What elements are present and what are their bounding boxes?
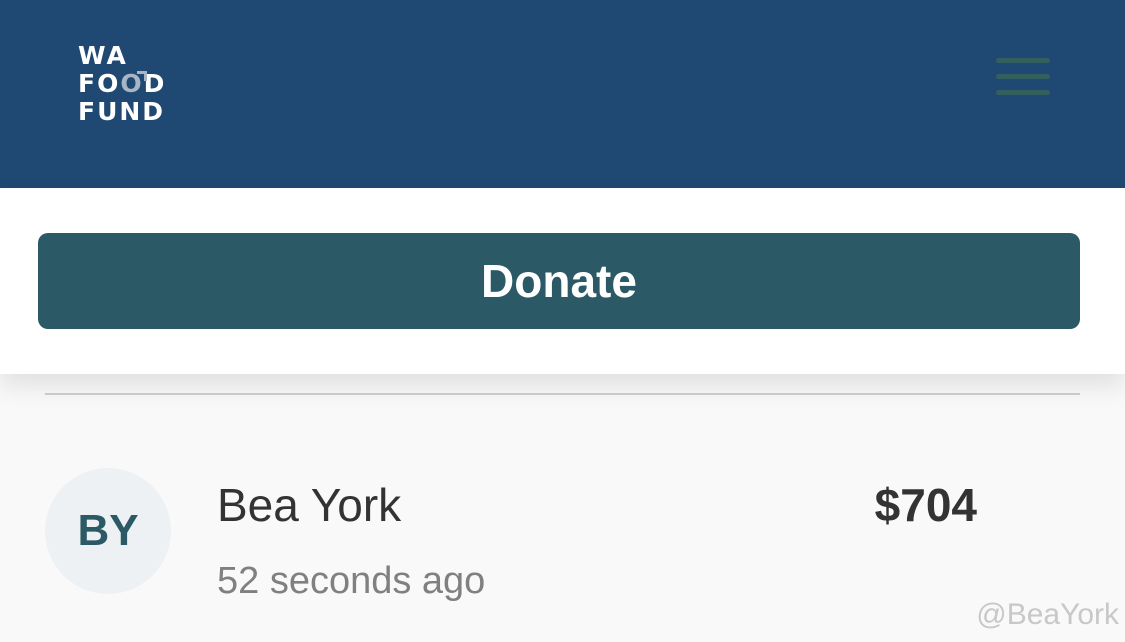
- donations-list: BY Bea York 52 seconds ago $704 @BeaYork: [0, 374, 1125, 642]
- donor-avatar: BY: [45, 468, 171, 594]
- donor-name: Bea York: [217, 479, 402, 531]
- donate-button[interactable]: Donate: [38, 233, 1080, 329]
- menu-button[interactable]: [994, 56, 1052, 98]
- hamburger-icon-bar-bottom: [996, 90, 1050, 95]
- donate-bar: Donate: [0, 188, 1125, 374]
- hamburger-icon-bar-middle: [996, 74, 1050, 79]
- logo-line-3: FUND: [78, 97, 166, 126]
- logo-line-2: FOOD: [78, 70, 166, 98]
- donation-timestamp: 52 seconds ago: [217, 560, 486, 602]
- app-header: WA FOOD FUND: [0, 0, 1125, 188]
- donation-amount: $704: [874, 479, 977, 531]
- logo-line-2-start: FO: [78, 69, 121, 98]
- donation-row: BY Bea York 52 seconds ago $704: [0, 374, 1125, 642]
- hamburger-icon-bar-top: [996, 58, 1050, 63]
- logo-line-2-end: D: [143, 69, 167, 98]
- wa-food-fund-logo[interactable]: WA FOOD FUND: [78, 42, 166, 126]
- watermark: @BeaYork: [976, 598, 1119, 631]
- logo-o-symbol: O: [120, 69, 144, 98]
- logo-line-1: WA: [78, 41, 128, 70]
